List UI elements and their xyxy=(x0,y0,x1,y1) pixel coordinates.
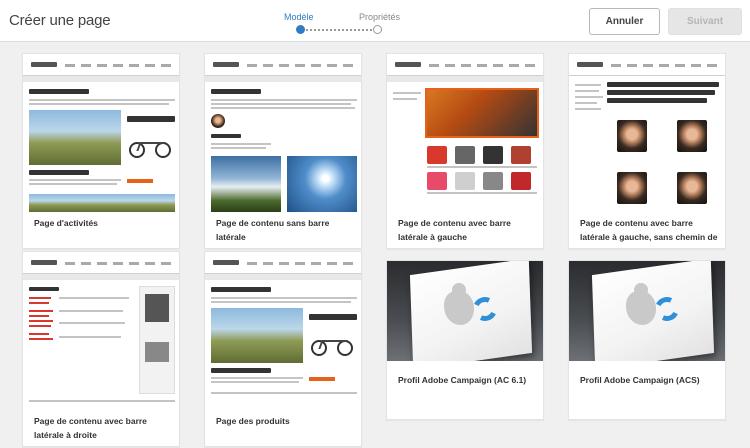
wizard-header: Créer une page Modèle Propriétés Annuler… xyxy=(0,0,750,42)
template-label: Profil Adobe Campaign (AC 6.1) xyxy=(398,375,527,385)
step-properties[interactable]: Propriétés xyxy=(359,12,400,22)
template-label: Page de contenu avec barre latérale à ga… xyxy=(580,218,718,248)
template-thumbnail xyxy=(23,54,179,212)
template-card-right-sidebar[interactable]: Page de contenu avec barre latérale à dr… xyxy=(22,251,180,447)
cancel-button[interactable]: Annuler xyxy=(589,8,660,35)
template-card-products[interactable]: Page des produits xyxy=(204,251,362,447)
step-dot-active xyxy=(296,25,305,34)
step-template[interactable]: Modèle xyxy=(284,12,314,22)
template-card-no-sidebar[interactable]: Page de contenu sans barre latérale xyxy=(204,53,362,249)
campaign-thumbnail xyxy=(569,261,725,361)
campaign-thumbnail xyxy=(387,261,543,361)
wizard-steps: Modèle Propriétés xyxy=(268,0,408,42)
template-thumbnail xyxy=(23,252,179,410)
template-thumbnail xyxy=(205,54,361,212)
page-title: Créer une page xyxy=(9,12,111,29)
puzzle-icon xyxy=(444,291,474,325)
template-thumbnail xyxy=(387,54,543,212)
step-track xyxy=(301,29,376,31)
template-card-left-sidebar-no-breadcrumb[interactable]: Page de contenu avec barre latérale à ga… xyxy=(568,53,726,249)
template-card-campaign-acs[interactable]: Profil Adobe Campaign (ACS) xyxy=(568,260,726,420)
template-thumbnail xyxy=(569,54,725,212)
template-label: Page des produits xyxy=(216,416,290,426)
template-label: Page d'activités xyxy=(34,218,98,228)
puzzle-icon xyxy=(626,291,656,325)
template-card-activities[interactable]: Page d'activités xyxy=(22,53,180,249)
template-card-campaign-ac61[interactable]: Profil Adobe Campaign (AC 6.1) xyxy=(386,260,544,420)
template-label: Page de contenu sans barre latérale xyxy=(216,218,330,242)
template-grid: Page d'activités Page de contenu sans ba… xyxy=(0,42,750,448)
template-card-left-sidebar[interactable]: Page de contenu avec barre latérale à ga… xyxy=(386,53,544,249)
template-label: Page de contenu avec barre latérale à dr… xyxy=(34,416,147,440)
step-dot-inactive xyxy=(373,25,382,34)
template-label: Profil Adobe Campaign (ACS) xyxy=(580,375,700,385)
template-label: Page de contenu avec barre latérale à ga… xyxy=(398,218,511,242)
template-thumbnail xyxy=(205,252,361,410)
next-button[interactable]: Suivant xyxy=(668,8,742,35)
